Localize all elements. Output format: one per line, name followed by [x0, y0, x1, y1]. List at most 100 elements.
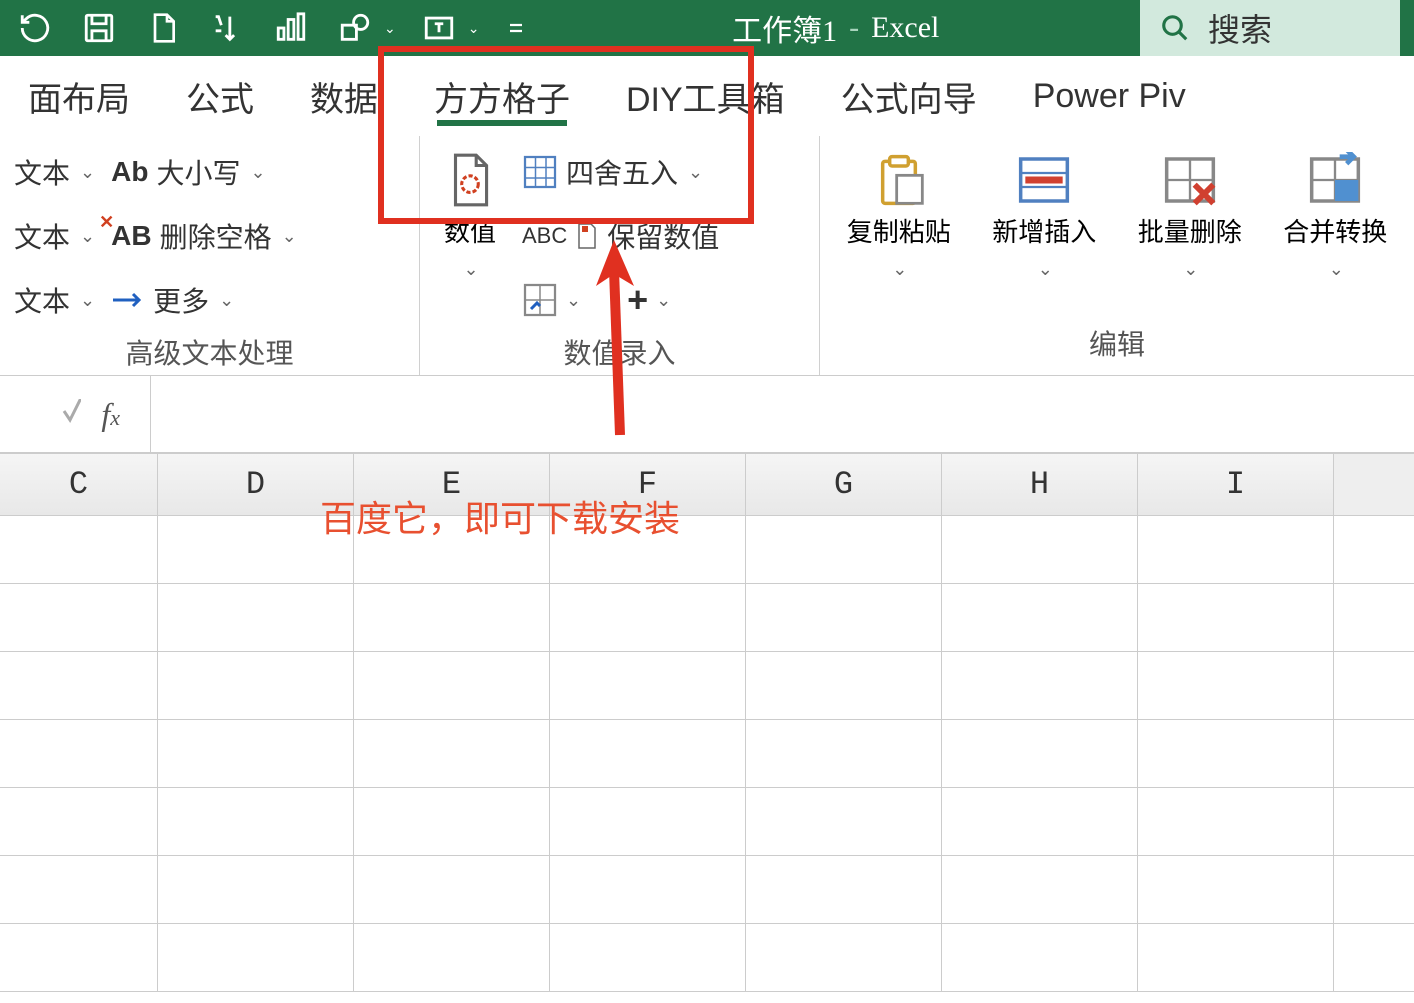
textbox-icon[interactable]: [418, 7, 460, 49]
more-button[interactable]: 更多⌄: [111, 274, 297, 326]
grid-cell[interactable]: [746, 652, 942, 719]
grid-cell[interactable]: [746, 516, 942, 583]
chart-icon[interactable]: [270, 7, 312, 49]
grid-cell[interactable]: [0, 652, 158, 719]
tab-powerpivot[interactable]: Power Piv: [1005, 56, 1214, 136]
column-header[interactable]: I: [1138, 454, 1334, 515]
tab-layout[interactable]: 面布局: [0, 56, 158, 136]
merge-convert-button[interactable]: 合并转换 ⌄: [1271, 146, 1401, 317]
grid-cell[interactable]: [746, 788, 942, 855]
case-button[interactable]: Ab 大小写⌄: [111, 146, 297, 198]
new-insert-button[interactable]: 新增插入 ⌄: [980, 146, 1110, 317]
grid-cell[interactable]: [550, 924, 746, 991]
grid-cell[interactable]: [1138, 652, 1334, 719]
sort-icon[interactable]: [206, 7, 248, 49]
grid-cell[interactable]: [942, 720, 1138, 787]
grid-row: [0, 516, 1414, 584]
grid-cell[interactable]: [942, 516, 1138, 583]
text-button-2[interactable]: 文本⌄: [14, 210, 95, 262]
grid-cell[interactable]: [746, 720, 942, 787]
grid-cell[interactable]: [0, 856, 158, 923]
grid-cell[interactable]: [1138, 788, 1334, 855]
abc-icon: ABC: [522, 223, 567, 249]
grid-cell[interactable]: [550, 516, 746, 583]
keep-value-button[interactable]: ABC 保留数值: [522, 210, 719, 262]
document-small-icon: [575, 222, 599, 250]
grid-cell[interactable]: [0, 788, 158, 855]
grid-cell[interactable]: [158, 788, 354, 855]
more-icon[interactable]: [501, 7, 531, 49]
save-icon[interactable]: [78, 7, 120, 49]
grid-cell[interactable]: [550, 856, 746, 923]
grid-cell[interactable]: [158, 652, 354, 719]
add-button[interactable]: + ⌄: [627, 279, 671, 321]
grid-cell[interactable]: [942, 788, 1138, 855]
grid-cell[interactable]: [158, 856, 354, 923]
grid-cell[interactable]: [158, 924, 354, 991]
fx-label[interactable]: fx: [101, 396, 120, 433]
dropdown-icon[interactable]: ⌄: [384, 20, 396, 37]
grid-cell[interactable]: [942, 652, 1138, 719]
tab-diy-toolbox[interactable]: DIY工具箱: [598, 56, 813, 136]
grid-cell[interactable]: [0, 516, 158, 583]
grid-cell[interactable]: [354, 720, 550, 787]
search-box[interactable]: 搜索: [1140, 0, 1400, 56]
title-separator: -: [849, 11, 859, 45]
grid-cell[interactable]: [354, 788, 550, 855]
grid-cell[interactable]: [158, 584, 354, 651]
title-bar: 工作簿1 - Excel: [553, 6, 1118, 50]
grid-cell[interactable]: [354, 924, 550, 991]
check-icon[interactable]: [59, 399, 81, 429]
grid-cell[interactable]: [550, 584, 746, 651]
grid-cell[interactable]: [942, 924, 1138, 991]
column-header[interactable]: E: [354, 454, 550, 515]
grid-cell[interactable]: [1138, 720, 1334, 787]
copy-paste-button[interactable]: 复制粘贴 ⌄: [834, 146, 964, 317]
grid-cell[interactable]: [746, 584, 942, 651]
column-header[interactable]: G: [746, 454, 942, 515]
numeric-button[interactable]: 数值⌄: [434, 146, 506, 326]
batch-delete-button[interactable]: 批量删除 ⌄: [1125, 146, 1255, 317]
grid-cell[interactable]: [746, 924, 942, 991]
text-button-3[interactable]: 文本⌄: [14, 274, 95, 326]
grid-cell[interactable]: [746, 856, 942, 923]
new-file-icon[interactable]: [142, 7, 184, 49]
grid-cell[interactable]: [354, 856, 550, 923]
spreadsheet-grid: [0, 516, 1414, 992]
group-label: 编辑: [834, 317, 1400, 371]
grid-cell[interactable]: [1138, 924, 1334, 991]
grid-cell[interactable]: [158, 720, 354, 787]
grid-cell[interactable]: [354, 584, 550, 651]
round-button[interactable]: 四舍五入⌄: [522, 146, 719, 198]
grid-cell[interactable]: [0, 720, 158, 787]
grid-cell[interactable]: [1138, 856, 1334, 923]
column-header[interactable]: D: [158, 454, 354, 515]
tab-data[interactable]: 数据: [282, 56, 406, 136]
tab-formula-wizard[interactable]: 公式向导: [813, 56, 1005, 136]
grid-cell[interactable]: [942, 856, 1138, 923]
shapes-icon[interactable]: [334, 7, 376, 49]
grid-cell[interactable]: [942, 584, 1138, 651]
grid-cell[interactable]: [0, 584, 158, 651]
column-header[interactable]: F: [550, 454, 746, 515]
formula-input[interactable]: [150, 376, 1414, 452]
text-button-1[interactable]: 文本⌄: [14, 146, 95, 198]
grid-cell[interactable]: [550, 720, 746, 787]
tab-formula[interactable]: 公式: [158, 56, 282, 136]
grid-cell[interactable]: [1138, 584, 1334, 651]
dropdown-icon[interactable]: ⌄: [468, 20, 480, 37]
redo-icon[interactable]: [14, 7, 56, 49]
column-header[interactable]: H: [942, 454, 1138, 515]
grid-cell[interactable]: [550, 788, 746, 855]
chevron-down-icon: ⌄: [1183, 259, 1198, 279]
column-header[interactable]: C: [0, 454, 158, 515]
grid-cell[interactable]: [354, 516, 550, 583]
grid-cell[interactable]: [354, 652, 550, 719]
grid-cell[interactable]: [550, 652, 746, 719]
grid-cell[interactable]: [158, 516, 354, 583]
tab-fangfanggezi[interactable]: 方方格子: [406, 56, 598, 136]
remove-space-button[interactable]: ✕AB 删除空格⌄: [111, 210, 297, 262]
grid-cell[interactable]: [1138, 516, 1334, 583]
edit-cell-button[interactable]: ⌄: [522, 282, 581, 318]
grid-cell[interactable]: [0, 924, 158, 991]
